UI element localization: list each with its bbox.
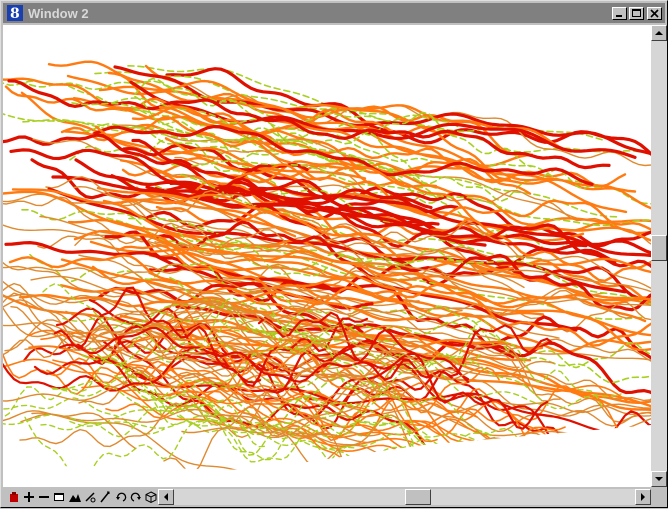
fit-view-tool[interactable]: [67, 489, 82, 505]
arrow-left-icon: [164, 493, 168, 501]
arrow-right-icon: [641, 493, 645, 501]
horizontal-scroll-thumb[interactable]: [404, 489, 431, 505]
window-area-icon: [54, 493, 65, 501]
zoom-out-tool[interactable]: [37, 489, 52, 505]
contour-map: [3, 60, 651, 470]
zoom-in-tool[interactable]: [21, 489, 36, 505]
close-icon: [650, 8, 659, 18]
view-control-bar: [3, 488, 651, 506]
view-previous-tool[interactable]: [113, 489, 128, 505]
scroll-left-button[interactable]: [158, 489, 174, 505]
window-title: Window 2: [28, 5, 89, 21]
minimize-icon: [616, 14, 622, 17]
title-bar[interactable]: 8 Window 2: [3, 3, 665, 23]
undo-icon: [115, 492, 126, 502]
vertical-scroll-thumb[interactable]: [651, 234, 667, 261]
update-icon: [9, 492, 18, 502]
redo-icon: [130, 492, 141, 502]
maximize-icon: [632, 8, 641, 17]
application-window: 8 Window 2: [0, 0, 668, 508]
pan-view-tool[interactable]: [98, 489, 113, 505]
window-area-tool[interactable]: [52, 489, 67, 505]
maximize-button[interactable]: [629, 6, 644, 20]
plus-icon: [23, 492, 34, 502]
scroll-up-button[interactable]: [651, 25, 667, 41]
close-button[interactable]: [647, 6, 662, 20]
svg-text:8: 8: [10, 6, 20, 21]
view-3d-tool[interactable]: [144, 489, 159, 505]
pan-icon: [100, 491, 110, 503]
minus-icon: [39, 496, 50, 498]
view-next-tool[interactable]: [128, 489, 143, 505]
rotate-view-tool[interactable]: [83, 489, 98, 505]
fit-view-icon: [68, 494, 81, 502]
scroll-right-button[interactable]: [635, 489, 651, 505]
arrow-up-icon: [655, 31, 663, 35]
cube-icon: [145, 491, 157, 504]
scroll-down-button[interactable]: [651, 471, 667, 487]
vertical-scrollbar[interactable]: [651, 25, 667, 487]
scrollbar-corner: [651, 488, 667, 506]
view-canvas[interactable]: [3, 25, 651, 487]
arrow-down-icon: [655, 477, 663, 481]
minimize-button[interactable]: [612, 6, 627, 20]
microstation-app-icon[interactable]: 8: [6, 5, 24, 21]
update-view-tool[interactable]: [6, 489, 21, 505]
contour-lines: [3, 60, 651, 470]
rotate-icon: [85, 492, 96, 503]
horizontal-scrollbar[interactable]: [158, 489, 651, 505]
